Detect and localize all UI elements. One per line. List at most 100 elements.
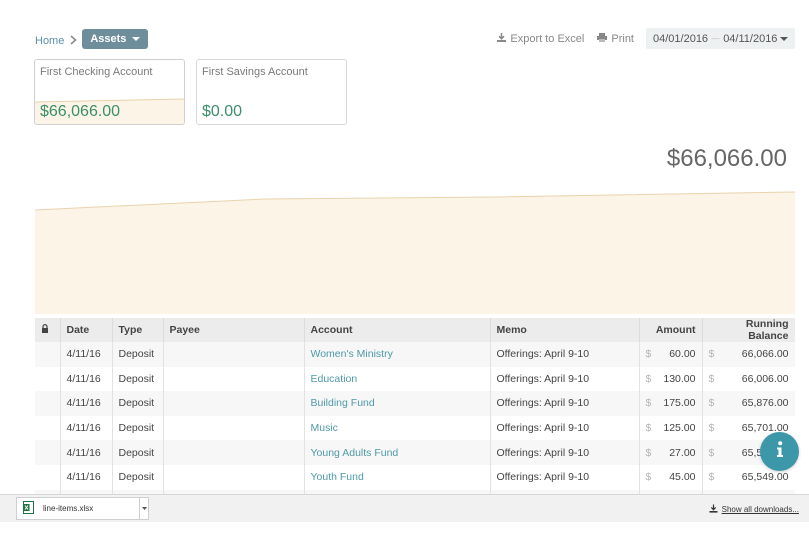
date-cell: 4/11/16 bbox=[60, 415, 113, 441]
account-card-first-checking[interactable]: First Checking Account $66,066.00 bbox=[34, 59, 185, 125]
currency-symbol: $ bbox=[708, 397, 715, 410]
amount-cell: $175.00 bbox=[639, 391, 703, 416]
payee-cell bbox=[163, 366, 305, 392]
account-card-name: First Checking Account bbox=[40, 66, 153, 78]
memo-cell: Offerings: April 9-10 bbox=[490, 366, 640, 392]
currency-symbol: $ bbox=[708, 348, 715, 361]
memo-cell: Offerings: April 9-10 bbox=[490, 342, 640, 367]
running-balance-cell: $65,876.00 bbox=[702, 391, 795, 416]
memo-cell: Offerings: April 9-10 bbox=[490, 464, 640, 490]
show-all-downloads-label: Show all downloads... bbox=[721, 505, 799, 514]
assets-dropdown-button[interactable]: Assets bbox=[82, 29, 149, 49]
lock-cell bbox=[35, 366, 61, 392]
memo-column-header[interactable]: Memo bbox=[490, 318, 640, 342]
currency-symbol: $ bbox=[645, 372, 652, 385]
download-file-name: line-items.xlsx bbox=[43, 504, 94, 513]
currency-symbol: $ bbox=[708, 446, 715, 459]
date-range-separator: — bbox=[711, 34, 720, 43]
table-row[interactable]: 4/11/16 Deposit Women's Ministry Offerings:… bbox=[35, 342, 795, 367]
lock-cell bbox=[35, 464, 61, 490]
account-card-first-savings[interactable]: First Savings Account $0.00 bbox=[196, 59, 347, 125]
report-toolbar: Export to Excel Print 04/01/2016 — 04/11… bbox=[496, 28, 795, 49]
type-cell: Deposit bbox=[112, 391, 164, 416]
breadcrumb: Home Assets bbox=[35, 28, 149, 50]
table-row[interactable]: 4/11/16 Deposit Education Offerings: April … bbox=[35, 366, 795, 392]
amount-column-header[interactable]: Amount bbox=[639, 318, 703, 342]
date-cell: 4/11/16 bbox=[60, 342, 113, 367]
download-icon bbox=[496, 32, 507, 46]
excel-file-icon bbox=[23, 501, 34, 516]
memo-cell: Offerings: April 9-10 bbox=[490, 415, 640, 441]
type-cell: Deposit bbox=[112, 366, 164, 392]
amount-value: 175.00 bbox=[663, 397, 696, 410]
downloads-bar: line-items.xlsx Show all downloads... bbox=[0, 494, 809, 522]
type-cell: Deposit bbox=[112, 342, 164, 367]
table-row[interactable]: 4/11/16 Deposit Youth Fund Offerings: April… bbox=[35, 464, 795, 490]
caret-down-icon bbox=[132, 37, 141, 41]
export-to-excel-button[interactable]: Export to Excel bbox=[496, 32, 584, 46]
account-card-balance: $0.00 bbox=[202, 103, 243, 120]
info-button[interactable] bbox=[760, 432, 799, 471]
lock-icon bbox=[41, 324, 49, 336]
printer-icon bbox=[596, 32, 608, 46]
caret-down-icon bbox=[780, 36, 788, 41]
page-bottom-margin bbox=[0, 522, 809, 533]
download-item[interactable]: line-items.xlsx bbox=[16, 497, 149, 520]
chevron-right-icon bbox=[70, 34, 78, 48]
table-row[interactable]: 4/11/16 Deposit Building Fund Offerings: Ap… bbox=[35, 391, 795, 416]
account-link[interactable]: Music bbox=[304, 415, 491, 441]
memo-cell: Offerings: April 9-10 bbox=[490, 391, 640, 416]
account-link[interactable]: Youth Fund bbox=[304, 464, 491, 490]
type-column-header[interactable]: Type bbox=[112, 318, 164, 342]
payee-cell bbox=[163, 464, 305, 490]
payee-cell bbox=[163, 415, 305, 441]
amount-cell: $27.00 bbox=[639, 440, 703, 465]
account-link[interactable]: Education bbox=[304, 366, 491, 392]
payee-cell bbox=[163, 440, 305, 465]
transactions-table: Date Type Payee Account Memo Amount Runn… bbox=[35, 318, 795, 494]
date-cell: 4/11/16 bbox=[60, 391, 113, 416]
date-cell: 4/11/16 bbox=[60, 440, 113, 465]
payee-cell bbox=[163, 391, 305, 416]
payee-cell bbox=[163, 342, 305, 367]
date-column-header[interactable]: Date bbox=[60, 318, 113, 342]
table-row[interactable]: 4/11/16 Deposit Young Adults Fund Offerings… bbox=[35, 440, 795, 465]
running-balance-value: 66,066.00 bbox=[741, 348, 789, 361]
amount-cell: $130.00 bbox=[639, 366, 703, 392]
currency-symbol: $ bbox=[708, 372, 715, 385]
print-button[interactable]: Print bbox=[596, 32, 634, 46]
account-link[interactable]: Women's Ministry bbox=[304, 342, 491, 367]
assets-dropdown-label: Assets bbox=[90, 33, 127, 45]
type-cell: Deposit bbox=[112, 464, 164, 490]
balance-area-chart bbox=[35, 191, 795, 314]
memo-cell: Offerings: April 9-10 bbox=[490, 440, 640, 465]
download-options-button[interactable] bbox=[139, 498, 148, 519]
currency-symbol: $ bbox=[645, 397, 652, 410]
lock-cell bbox=[35, 415, 61, 441]
show-all-downloads-link[interactable]: Show all downloads... bbox=[709, 504, 799, 515]
table-row[interactable]: 4/11/16 Deposit Music Offerings: April 9-10… bbox=[35, 415, 795, 441]
account-column-header[interactable]: Account bbox=[304, 318, 491, 342]
amount-value: 130.00 bbox=[663, 372, 696, 385]
type-cell: Deposit bbox=[112, 415, 164, 441]
currency-symbol: $ bbox=[645, 471, 652, 484]
payee-column-header[interactable]: Payee bbox=[163, 318, 305, 342]
amount-value: 60.00 bbox=[669, 348, 696, 361]
date-cell: 4/11/16 bbox=[60, 464, 113, 490]
total-balance: $66,066.00 bbox=[666, 145, 787, 172]
running-balance-column-header[interactable]: Running Balance bbox=[702, 318, 795, 342]
account-card-name: First Savings Account bbox=[202, 66, 308, 78]
date-cell: 4/11/16 bbox=[60, 366, 113, 392]
account-link[interactable]: Building Fund bbox=[304, 391, 491, 416]
currency-symbol: $ bbox=[645, 446, 652, 459]
amount-value: 125.00 bbox=[663, 422, 696, 435]
account-link[interactable]: Young Adults Fund bbox=[304, 440, 491, 465]
breadcrumb-home-link[interactable]: Home bbox=[35, 35, 64, 47]
amount-cell: $60.00 bbox=[639, 342, 703, 367]
amount-cell: $45.00 bbox=[639, 464, 703, 490]
account-card-balance: $66,066.00 bbox=[40, 103, 121, 120]
download-icon bbox=[709, 504, 718, 515]
lock-cell bbox=[35, 391, 61, 416]
amount-value: 45.00 bbox=[669, 471, 696, 484]
date-range-picker[interactable]: 04/01/2016 — 04/11/2016 bbox=[646, 28, 795, 49]
